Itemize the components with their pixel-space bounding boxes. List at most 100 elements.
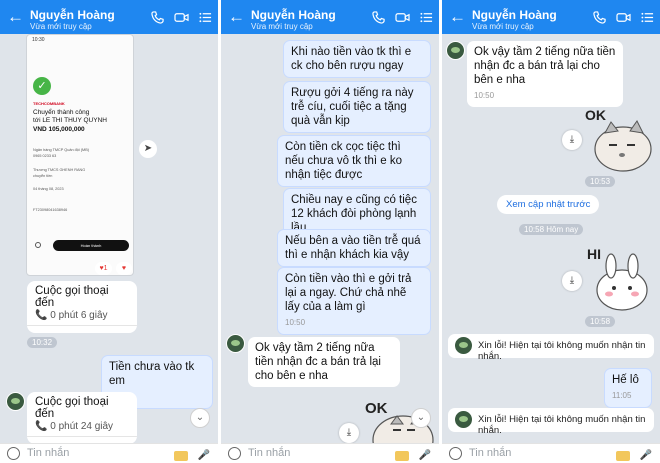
chat-panel-1: ← Nguyễn Hoàng Vừa mới truy cập 10:30 ✓ … — [0, 0, 218, 463]
video-call-icon[interactable] — [395, 11, 410, 24]
receipt-message-line2: chuyển tiền — [33, 174, 53, 178]
mic-icon[interactable]: 🎤 — [640, 450, 652, 461]
mic-icon[interactable]: 🎤 — [419, 450, 431, 461]
message-input[interactable]: Tin nhắn — [248, 447, 290, 459]
bank-receipt-image[interactable]: 10:30 ✓ TECHCOMBANK Chuyển thành công tớ… — [26, 34, 134, 276]
time-stamp: 10:58 — [585, 316, 616, 327]
my-message[interactable]: Hế lô 11:05 — [604, 368, 652, 408]
reaction-add-icon[interactable]: ♥ — [116, 262, 132, 275]
chat-header: ← Nguyễn Hoàng Vừa mới truy cập — [221, 5, 439, 34]
sticker-icon[interactable] — [395, 450, 410, 461]
video-call-icon[interactable] — [616, 11, 631, 24]
mic-icon[interactable]: 🎤 — [198, 450, 210, 461]
contact-status: Vừa mới truy cập — [251, 22, 313, 31]
message-text: Ok vậy tầm 2 tiếng nữa tiền nhận đc a bá… — [474, 46, 616, 86]
avatar[interactable] — [226, 334, 245, 353]
message-time: 10:50 — [285, 318, 306, 327]
my-message[interactable]: Khi nào tiền vào tk thì e ck cho bên rượ… — [283, 40, 431, 78]
hi-bunny-sticker[interactable]: HI — [585, 244, 655, 312]
message-text: Ok vậy tầm 2 tiếng nữa tiền nhận đc a bá… — [255, 342, 381, 382]
call-duration: 📞 0 phút 6 giây — [35, 310, 108, 321]
download-icon[interactable]: ⤓ — [562, 271, 582, 291]
avatar — [454, 410, 473, 429]
video-call-icon[interactable] — [174, 11, 189, 24]
see-update-button[interactable]: Xem cập nhật trước — [497, 195, 600, 214]
scroll-down-icon[interactable]: ⌄ — [190, 408, 210, 428]
contact-status: Vừa mới truy cập — [30, 22, 92, 31]
emoji-icon[interactable] — [228, 447, 241, 460]
back-arrow-icon[interactable]: ← — [7, 8, 24, 26]
success-check-icon: ✓ — [33, 77, 51, 95]
time-stamp: 10:32 — [27, 337, 58, 348]
menu-icon[interactable] — [641, 11, 654, 24]
download-icon[interactable]: ⤓ — [339, 423, 359, 443]
notice-text: Xin lỗi! Hiện tại tôi không muốn nhận ti… — [478, 414, 646, 436]
receipt-bank: Ngân hàng TMCP Quân đội (MB) — [33, 148, 89, 152]
contact-name[interactable]: Nguyễn Hoàng — [30, 8, 115, 22]
avatar[interactable] — [6, 392, 25, 411]
auto-reply-notice: Xin lỗi! Hiện tại tôi không muốn nhận ti… — [448, 408, 654, 436]
incoming-call-card-2[interactable]: Cuộc gọi thoại đến 📞 0 phút 24 giây GỌI … — [27, 392, 137, 444]
menu-icon[interactable] — [420, 11, 433, 24]
contact-message[interactable]: Ok vậy tầm 2 tiếng nữa tiền nhận đc a bá… — [248, 337, 400, 387]
receipt-account: 0965 0233 63 — [33, 154, 57, 158]
receipt-done-button: Hoàn thành — [53, 240, 129, 251]
chat-header: ← Nguyễn Hoàng Vừa mới truy cập — [442, 5, 660, 34]
sticker-text: OK — [585, 107, 606, 123]
scroll-down-icon[interactable]: ⌄ — [411, 408, 431, 428]
menu-icon[interactable] — [199, 11, 212, 24]
message-input[interactable]: Tin nhắn — [469, 447, 511, 459]
sticker-text: OK — [365, 400, 388, 417]
emoji-icon[interactable] — [7, 447, 20, 460]
message-list[interactable]: Ok vậy tầm 2 tiếng nữa tiền nhận đc a bá… — [442, 34, 660, 443]
contact-status: Vừa mới truy cập — [472, 22, 534, 31]
sticker-icon[interactable] — [174, 450, 189, 461]
message-time: 11:05 — [612, 391, 632, 400]
my-message[interactable]: Rượu gởi 4 tiếng ra này trễ cíu, cuối ti… — [283, 81, 431, 133]
avatar — [454, 336, 473, 355]
message-list[interactable]: 10:30 ✓ TECHCOMBANK Chuyển thành công tớ… — [0, 34, 218, 444]
my-message[interactable]: Còn tiền vào thì e gởi trả lại a ngay. C… — [277, 267, 431, 335]
back-arrow-icon[interactable]: ← — [228, 8, 245, 26]
message-text: Chiều nay e cũng có tiệc 12 khách đòi ph… — [291, 194, 417, 234]
call-back-button[interactable]: GỌI LẠI — [27, 325, 137, 333]
call-duration: 📞 0 phút 24 giây — [35, 421, 114, 432]
receipt-amount: VND 105,000,000 — [33, 126, 85, 133]
ok-cat-sticker[interactable]: OK — [585, 107, 655, 175]
receipt-date: 04 tháng 08, 2023 — [33, 187, 64, 191]
receipt-title-line1: Chuyển thành công — [33, 109, 90, 116]
message-text: Còn tiền vào thì e gởi trả lại a ngay. C… — [285, 273, 412, 313]
message-text: Tiền chưa vào tk em — [109, 361, 195, 387]
message-input[interactable]: Tin nhắn — [27, 447, 69, 459]
receipt-message-line1: Thương TMCS GHENH RANG — [33, 168, 86, 172]
message-text: Rượu gởi 4 tiếng ra này trễ cíu, cuối ti… — [291, 87, 414, 127]
share-icon[interactable]: ➤ — [139, 140, 157, 158]
sticker-icon[interactable] — [616, 450, 631, 461]
message-text: Còn tiền ck cọc tiệc thì nếu chưa vô tk … — [285, 141, 403, 181]
phone-icon[interactable] — [593, 11, 606, 24]
avatar[interactable] — [446, 41, 465, 60]
call-title: Cuộc gọi thoại đến — [35, 396, 109, 420]
phone-icon[interactable] — [151, 11, 164, 24]
my-message[interactable]: Nếu bên a vào tiền trễ quá thì e nhận kh… — [277, 229, 431, 267]
date-divider: 10:58 Hôm nay — [519, 224, 584, 235]
input-bar: Tin nhắn ••• 🎤 — [0, 443, 218, 463]
chat-panel-3: ← Nguyễn Hoàng Vừa mới truy cập Ok vậy t… — [442, 0, 660, 463]
contact-message[interactable]: Ok vậy tầm 2 tiếng nữa tiền nhận đc a bá… — [467, 41, 623, 107]
contact-name[interactable]: Nguyễn Hoàng — [472, 8, 557, 22]
emoji-icon[interactable] — [449, 447, 462, 460]
message-list[interactable]: Khi nào tiền vào tk thì e ck cho bên rượ… — [221, 34, 439, 463]
contact-name[interactable]: Nguyễn Hoàng — [251, 8, 336, 22]
phone-icon[interactable] — [372, 11, 385, 24]
my-message[interactable]: Còn tiền ck cọc tiệc thì nếu chưa vô tk … — [277, 135, 431, 187]
incoming-call-card-1[interactable]: Cuộc gọi thoại đến 📞 0 phút 6 giây GỌI L… — [27, 281, 137, 333]
message-text: Nếu bên a vào tiền trễ quá thì e nhận kh… — [285, 235, 421, 261]
auto-reply-notice: Xin lỗi! Hiện tại tôi không muốn nhận ti… — [448, 334, 654, 362]
back-arrow-icon[interactable]: ← — [449, 8, 466, 26]
receipt-ref: FT23098041638946 — [33, 208, 68, 212]
call-title: Cuộc gọi thoại đến — [35, 285, 109, 309]
download-icon[interactable]: ⤓ — [562, 130, 582, 150]
message-time: 10:50 — [474, 91, 495, 100]
receipt-power-icon — [35, 242, 41, 248]
reaction-heart-icon[interactable]: ♥1 — [95, 262, 112, 275]
